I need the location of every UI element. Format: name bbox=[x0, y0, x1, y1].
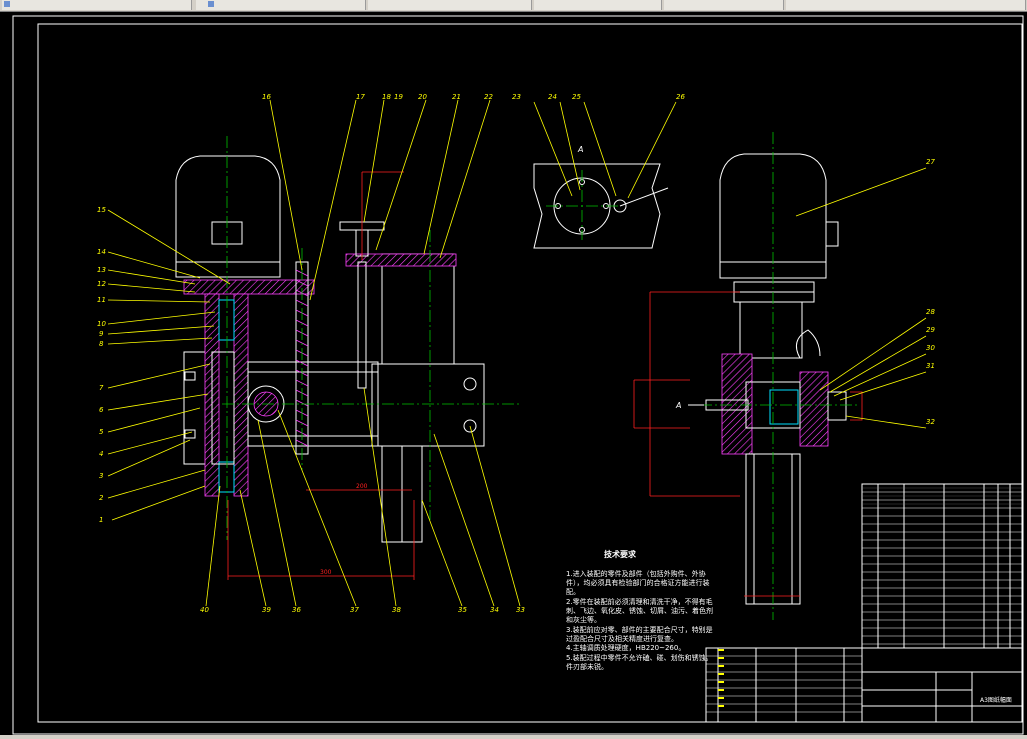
document-tab-3[interactable] bbox=[368, 0, 532, 10]
inner-border bbox=[37, 23, 1023, 723]
document-tab-2[interactable] bbox=[206, 0, 366, 10]
part-label-9: 9 bbox=[99, 330, 104, 338]
part-label-36: 36 bbox=[292, 606, 301, 614]
column-housing bbox=[381, 253, 455, 365]
side-view: A bbox=[633, 132, 927, 620]
part-label-15: 15 bbox=[97, 206, 106, 214]
part-label-40: 40 bbox=[200, 606, 209, 614]
document-tab-1[interactable] bbox=[2, 0, 192, 10]
note-line: 2.零件在装配前必须清理和清洗干净，不得有毛 bbox=[566, 597, 713, 606]
note-line: 1.进入装配的零件及部件（包括外购件、外协 bbox=[566, 569, 706, 578]
part-label-26: 26 bbox=[676, 93, 685, 101]
document-tab-4[interactable] bbox=[534, 0, 662, 10]
part-label-38: 38 bbox=[392, 606, 401, 614]
dimension-text: 300 bbox=[320, 569, 332, 576]
part-label-13: 13 bbox=[97, 266, 106, 274]
note-line: 件刃部未锐。 bbox=[566, 662, 608, 671]
part-label-19: 19 bbox=[394, 93, 403, 101]
part-label-17: 17 bbox=[356, 93, 365, 101]
dimension-text: 200 bbox=[356, 483, 368, 490]
title-block-name: A3图纸幅面 bbox=[980, 696, 1012, 704]
note-line: 刺、飞边、氧化皮、锈蚀、切屑、油污、着色剂 bbox=[566, 606, 713, 615]
cad-drawing-canvas[interactable]: 300 200 1 2 3 4 5 6 7 8 9 10 11 12 13 14… bbox=[0, 12, 1027, 735]
motor-flange bbox=[183, 279, 315, 295]
part-label-23: 23 bbox=[512, 93, 521, 101]
arrow-a-label: A bbox=[675, 401, 681, 410]
note-line: 配。 bbox=[566, 588, 580, 596]
part-label-12: 12 bbox=[97, 280, 106, 288]
part-label-11: 11 bbox=[97, 296, 106, 304]
part-label-10: 10 bbox=[97, 320, 106, 328]
part-label-27: 27 bbox=[926, 158, 935, 166]
assembly-drawing: 300 200 1 2 3 4 5 6 7 8 9 10 11 12 13 14… bbox=[12, 15, 1024, 735]
part-label-21: 21 bbox=[452, 93, 461, 101]
part-label-34: 34 bbox=[490, 606, 499, 614]
document-tab-5[interactable] bbox=[664, 0, 784, 10]
document-icon bbox=[208, 1, 214, 7]
part-label-4: 4 bbox=[99, 450, 103, 458]
note-line: 和灰尘等。 bbox=[566, 615, 601, 624]
clamp-block bbox=[371, 363, 485, 447]
part-label-18: 18 bbox=[382, 93, 391, 101]
part-label-25: 25 bbox=[572, 93, 581, 101]
note-line: 5.装配过程中零件不允许磕、碰、划伤和锈蚀。 bbox=[566, 653, 713, 662]
view-a-detail: A bbox=[533, 101, 677, 249]
part-label-30: 30 bbox=[926, 344, 935, 352]
document-tab-bar bbox=[0, 0, 1027, 12]
part-label-16: 16 bbox=[262, 93, 271, 101]
parts-list-table: A3图纸幅面 bbox=[705, 483, 1023, 723]
part-label-3: 3 bbox=[99, 472, 103, 480]
part-label-5: 5 bbox=[99, 428, 104, 436]
part-number-labels: 1 2 3 4 5 6 7 8 9 10 11 12 13 14 15 16 1… bbox=[97, 93, 935, 614]
leader-lines bbox=[107, 99, 521, 607]
document-icon bbox=[4, 1, 10, 7]
part-label-8: 8 bbox=[99, 340, 104, 348]
front-section-view: 300 200 bbox=[175, 136, 520, 580]
part-label-28: 28 bbox=[926, 308, 935, 316]
housing-wall-right bbox=[233, 293, 249, 497]
technical-notes: 技术要求 1.进入装配的零件及部件（包括外购件、外协 件），均必须具有检验部门的… bbox=[566, 549, 713, 671]
part-label-33: 33 bbox=[516, 606, 525, 614]
part-label-24: 24 bbox=[548, 93, 557, 101]
document-tab-6[interactable] bbox=[786, 0, 1026, 10]
part-label-22: 22 bbox=[484, 93, 493, 101]
note-line: 3.装配前应对零、部件的主要配合尺寸，特别是 bbox=[566, 625, 713, 634]
note-line: 4.主轴调质处理硬度，HB220~260。 bbox=[566, 643, 685, 652]
part-label-29: 29 bbox=[926, 326, 935, 334]
part-label-1: 1 bbox=[99, 516, 103, 524]
part-label-7: 7 bbox=[99, 384, 104, 392]
part-label-35: 35 bbox=[458, 606, 467, 614]
part-label-2: 2 bbox=[99, 494, 104, 502]
part-label-20: 20 bbox=[418, 93, 427, 101]
part-label-37: 37 bbox=[350, 606, 359, 614]
part-label-6: 6 bbox=[99, 406, 104, 414]
notes-title: 技术要求 bbox=[604, 549, 637, 559]
part-label-14: 14 bbox=[97, 248, 106, 256]
part-label-32: 32 bbox=[926, 418, 935, 426]
status-bar bbox=[0, 735, 1027, 739]
motor-outline bbox=[175, 155, 281, 278]
view-a-label: A bbox=[577, 145, 583, 154]
part-label-39: 39 bbox=[262, 606, 271, 614]
note-line: 过盈配合尺寸及相关精度进行复查。 bbox=[566, 634, 678, 643]
note-line: 件），均必须具有检验部门的合格证方能进行装 bbox=[566, 578, 710, 587]
part-label-31: 31 bbox=[926, 362, 935, 370]
